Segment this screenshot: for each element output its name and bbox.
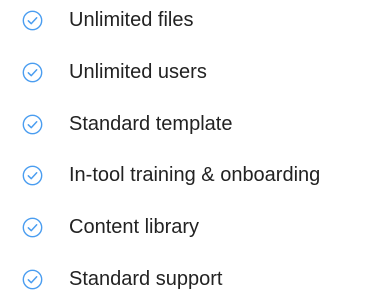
feature-label: Standard template bbox=[69, 113, 233, 135]
feature-label: Unlimited files bbox=[69, 9, 194, 31]
check-circle-icon bbox=[22, 114, 43, 135]
feature-label: Standard support bbox=[69, 268, 223, 290]
feature-label: Content library bbox=[69, 216, 200, 238]
check-circle-icon bbox=[22, 62, 43, 83]
check-circle-icon bbox=[22, 269, 43, 290]
feature-label: Unlimited users bbox=[69, 61, 207, 83]
check-circle-icon bbox=[22, 217, 43, 238]
check-circle-icon bbox=[22, 10, 43, 31]
feature-label: In-tool training & onboarding bbox=[69, 164, 321, 186]
check-circle-icon bbox=[22, 165, 43, 186]
